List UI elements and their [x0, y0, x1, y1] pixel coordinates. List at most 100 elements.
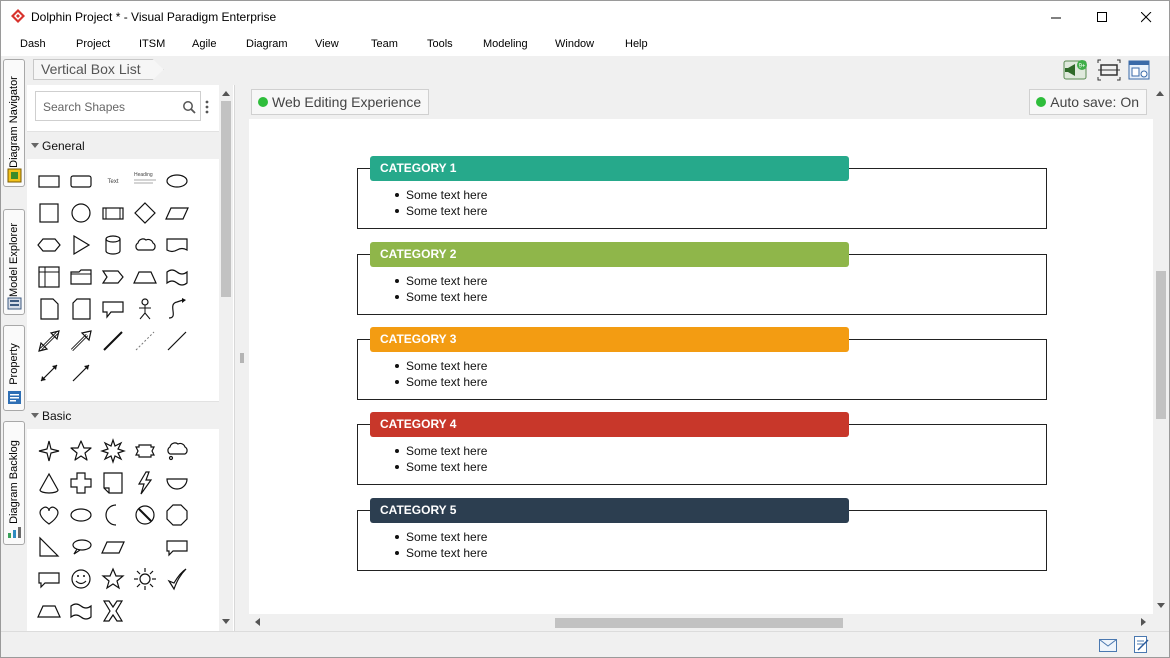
shape-cross-icon[interactable] [67, 469, 95, 497]
shape-smiley-icon[interactable] [67, 565, 95, 593]
category-header[interactable]: CATEGORY 3 [370, 327, 849, 352]
shape-actor-icon[interactable] [131, 295, 159, 323]
shape-document-icon[interactable] [163, 231, 191, 259]
category-header[interactable]: CATEGORY 4 [370, 412, 849, 437]
mail-icon[interactable] [1099, 639, 1117, 652]
shape-star-icon[interactable] [99, 565, 127, 593]
shape-star4-icon[interactable] [35, 437, 63, 465]
menu-tools[interactable]: Tools [427, 38, 453, 50]
shape-banner-icon[interactable] [131, 437, 159, 465]
list-item[interactable]: Some text here [394, 529, 487, 545]
list-item[interactable]: Some text here [394, 459, 487, 475]
shape-hexagon-icon[interactable] [35, 231, 63, 259]
list-item[interactable]: Some text here [394, 545, 487, 561]
shape-parallelogram-icon[interactable] [99, 533, 127, 561]
shape-diamond-icon[interactable] [131, 199, 159, 227]
tab-diagram-backlog[interactable]: Diagram Backlog [3, 421, 25, 545]
fit-diagram-icon[interactable] [1097, 59, 1121, 81]
category-header[interactable]: CATEGORY 1 [370, 156, 849, 181]
section-general[interactable]: General [27, 131, 219, 159]
tab-diagram-navigator[interactable]: Diagram Navigator [3, 59, 25, 187]
shape-folder-icon[interactable] [67, 263, 95, 291]
shape-chevron-icon[interactable] [99, 263, 127, 291]
shape-text-icon[interactable]: Text [99, 167, 127, 195]
shape-rounded-rectangle-icon[interactable] [67, 167, 95, 195]
menu-project[interactable]: Project [76, 38, 110, 50]
close-button[interactable] [1123, 1, 1169, 33]
diagram-canvas[interactable]: CATEGORY 1 Some text here Some text here CA… [249, 119, 1153, 614]
list-item[interactable]: Some text here [394, 187, 487, 203]
scroll-left-icon[interactable] [255, 618, 260, 626]
list-item[interactable]: Some text here [394, 289, 487, 305]
shape-no-symbol-icon[interactable] [131, 501, 159, 529]
shape-wave-icon[interactable] [67, 597, 95, 625]
shape-cloud-icon[interactable] [131, 231, 159, 259]
shape-burst-icon[interactable] [99, 437, 127, 465]
notification-icon[interactable]: 9+ [1063, 59, 1087, 81]
shape-bubble-icon[interactable] [67, 501, 95, 529]
shape-callout-icon[interactable] [99, 295, 127, 323]
web-editing-status[interactable]: Web Editing Experience [251, 89, 430, 115]
shape-note-icon[interactable] [35, 295, 63, 323]
scroll-thumb[interactable] [555, 618, 843, 628]
shape-ellipse-icon[interactable] [163, 167, 191, 195]
shape-sun-icon[interactable] [131, 565, 159, 593]
scroll-up-icon[interactable] [1156, 91, 1164, 96]
shape-dashed-line-icon[interactable] [131, 327, 159, 355]
menu-agile[interactable]: Agile [192, 38, 216, 50]
panel-splitter[interactable] [235, 85, 249, 631]
scroll-right-icon[interactable] [1141, 618, 1146, 626]
shape-rect-callout-icon[interactable] [163, 533, 191, 561]
tab-property[interactable]: Property [3, 325, 25, 411]
scroll-down-icon[interactable] [222, 619, 230, 624]
category-header[interactable]: CATEGORY 2 [370, 242, 849, 267]
menu-help[interactable]: Help [625, 38, 648, 50]
list-item[interactable]: Some text here [394, 358, 487, 374]
breadcrumb[interactable]: Vertical Box List [33, 59, 164, 80]
diagram-vertical-scrollbar[interactable] [1153, 85, 1169, 614]
shape-lightning-icon[interactable] [131, 469, 159, 497]
more-options-icon[interactable] [205, 99, 209, 115]
section-basic[interactable]: Basic [27, 401, 219, 429]
scroll-down-icon[interactable] [1157, 603, 1165, 608]
scroll-up-icon[interactable] [222, 91, 230, 96]
menu-team[interactable]: Team [371, 38, 398, 50]
shape-card-icon[interactable] [67, 295, 95, 323]
shape-arrow-both-icon[interactable] [35, 359, 63, 387]
shape-oval-callout-icon[interactable] [67, 533, 95, 561]
shape-wave-icon[interactable] [163, 263, 191, 291]
shape-circle-icon[interactable] [67, 199, 95, 227]
category-header[interactable]: CATEGORY 5 [370, 498, 849, 523]
shape-cone-icon[interactable] [35, 469, 63, 497]
shape-octagon-icon[interactable] [163, 501, 191, 529]
shape-line-thin-icon[interactable] [163, 327, 191, 355]
shape-trapezoid-icon[interactable] [35, 597, 63, 625]
shape-moon-icon[interactable] [99, 501, 127, 529]
search-shapes-input[interactable]: Search Shapes [35, 91, 201, 121]
shape-half-circle-icon[interactable] [163, 469, 191, 497]
menu-window[interactable]: Window [555, 38, 594, 50]
tab-model-explorer[interactable]: Model Explorer [3, 209, 25, 315]
shape-heading-icon[interactable]: Heading [131, 167, 159, 195]
shape-arrow-icon[interactable] [67, 327, 95, 355]
shape-folded-icon[interactable] [99, 469, 127, 497]
scroll-thumb[interactable] [221, 101, 231, 297]
auto-save-status[interactable]: Auto save: On [1029, 89, 1147, 115]
shape-process-icon[interactable] [99, 199, 127, 227]
shape-square-icon[interactable] [35, 199, 63, 227]
shape-table-icon[interactable] [35, 263, 63, 291]
list-item[interactable]: Some text here [394, 443, 487, 459]
shape-rect-callout2-icon[interactable] [35, 565, 63, 593]
diagram-horizontal-scrollbar[interactable] [249, 614, 1153, 631]
search-icon[interactable] [182, 100, 196, 114]
edit-icon[interactable] [1134, 636, 1149, 653]
list-item[interactable]: Some text here [394, 273, 487, 289]
shape-right-triangle-icon[interactable] [35, 533, 63, 561]
shape-parallelogram-icon[interactable] [163, 199, 191, 227]
shape-cylinder-icon[interactable] [99, 231, 127, 259]
menu-view[interactable]: View [315, 38, 339, 50]
shape-check-icon[interactable] [163, 565, 191, 593]
menu-dash[interactable]: Dash [20, 38, 46, 50]
menu-diagram[interactable]: Diagram [246, 38, 288, 50]
scroll-thumb[interactable] [1156, 271, 1166, 419]
